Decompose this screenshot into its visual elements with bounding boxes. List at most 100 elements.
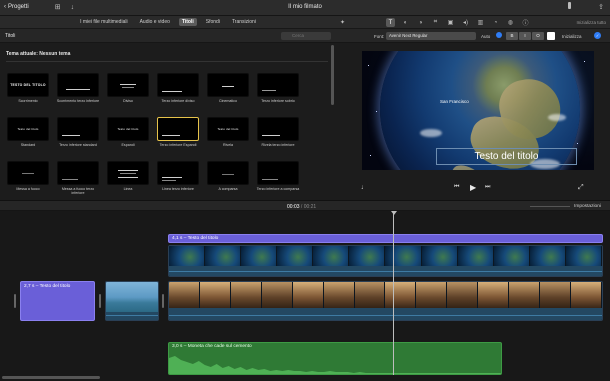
tab-backgrounds[interactable]: Sfondi [203,18,223,26]
outline-button[interactable]: O [532,32,544,40]
title-thumbnail [257,117,299,141]
title-tile[interactable]: Linea terzo inferiore [156,161,200,196]
tab-audio-video[interactable]: Audio e video [137,18,173,26]
title-tile-label: Terzo inferiore sobrio [261,99,295,103]
playhead[interactable] [393,211,394,375]
title-tile[interactable]: Terzo inferiore a comparsa [256,161,300,196]
waveform-line [169,315,602,316]
title-tile[interactable]: Cinematico [206,73,250,108]
font-select[interactable]: Avenir Next Regular [386,32,476,40]
title-tile[interactable]: Diviso [106,73,150,108]
volume-icon[interactable]: ◂) [461,18,470,27]
title-tile[interactable]: Terzo inferiore Espandi [156,117,200,152]
trim-handle[interactable] [99,294,101,308]
zoom-slider-knob[interactable] [568,2,571,9]
settings-button[interactable]: Impostazioni [574,204,601,209]
tab-titles[interactable]: Titoli [178,18,197,26]
info-icon[interactable]: ⓘ [521,18,530,27]
video-clip-film[interactable] [168,281,603,321]
title-tile-label: Terzo inferiore diviso [161,99,195,103]
filter-icon[interactable]: ◍ [506,18,515,27]
title-thumbnail [7,161,49,185]
thumbnail-bar [162,91,182,92]
title-tile[interactable]: TESTO DEL TITOLO Scorrimento [6,73,50,108]
title-tile[interactable]: Testo del titolo Rivela [206,117,250,152]
fullscreen-icon[interactable]: ⤢ [578,184,584,192]
magic-wand-icon[interactable]: ✦ [340,19,345,26]
stabilization-icon[interactable]: ▣ [446,18,455,27]
star [584,61,585,62]
video-clip-earth[interactable] [168,245,603,277]
title-tile[interactable]: A comparsa [206,161,250,196]
title-thumbnail [57,73,99,97]
title-clip-standalone[interactable]: 2,7 s – Testo del titolo [20,281,95,321]
zoom-slider-track[interactable] [530,206,570,207]
clip-frame [169,246,206,268]
search-input[interactable] [281,32,331,40]
title-clip[interactable]: 4,1 s – Testo del titolo [168,234,603,243]
play-icon[interactable]: ▶ [470,183,476,192]
clip-frame [421,246,458,268]
title-tile[interactable]: Terzo inferiore sobrio [256,73,300,108]
title-tile[interactable]: Linea [106,161,150,196]
clip-frames [169,246,602,268]
size-dropdown-icon[interactable] [496,32,502,38]
title-tile[interactable]: Rivela terzo inferiore [256,117,300,152]
title-tile[interactable]: Testo del titolo Espandi [106,117,150,152]
title-tile[interactable]: Testo del titolo Standard [6,117,50,152]
title-text-overlay[interactable]: Testo del titolo [436,148,577,165]
video-clip-beach[interactable] [105,281,159,321]
clip-frame [349,246,386,268]
crop-icon[interactable]: ⌗ [431,18,440,27]
text-tool-icon[interactable]: T [386,18,395,27]
bold-button[interactable]: B [506,32,518,40]
clip-frame [565,246,602,268]
trim-handle[interactable] [14,294,16,308]
speed-icon[interactable]: ◔ [491,18,500,27]
current-time: 00:03 [287,204,300,210]
reset-button[interactable]: Inizializza [562,34,582,39]
thumbnail-bar [62,135,80,136]
apply-checkmark-icon[interactable]: ✓ [594,32,601,39]
playhead-handle[interactable] [391,211,397,215]
total-time: 00:21 [303,204,317,210]
clip-frame [457,246,494,268]
color-correction-icon[interactable]: ◑ [416,18,425,27]
title-tile[interactable]: Terzo inferiore standard [56,117,100,152]
skip-forward-icon[interactable]: ⏭ [485,184,490,191]
title-tile[interactable]: Scorrimento terzo inferiore [56,73,100,108]
cloud [420,129,442,137]
italic-button[interactable]: I [519,32,531,40]
title-tile-label: Terzo inferiore Espandi [159,143,197,147]
map-location-label: San Francisco [440,99,469,104]
reset-all-button[interactable]: Inizializza tutto [576,20,606,25]
timeline-scrollbar[interactable] [2,376,100,379]
color-balance-icon[interactable]: ◐ [401,18,410,27]
clip-audio-waveform [169,308,602,320]
title-bar: ‹ Progetti ⊞ ↓ Il mio filmato ⇪ [0,0,610,16]
clip-frame [385,246,422,268]
tab-my-media[interactable]: I miei file multimediali [77,18,131,26]
tab-transitions[interactable]: Transizioni [229,18,259,26]
text-color-swatch[interactable] [547,32,555,40]
equalizer-icon[interactable]: ▥ [476,18,485,27]
title-thumbnail-selected [157,117,199,141]
title-thumbnail [107,73,149,97]
title-clip-label: 4,1 s – Testo del titolo [172,236,219,241]
title-tile[interactable]: Messa a fuoco terzo inferiore [56,161,100,196]
title-tile-label: Terzo inferiore a comparsa [256,187,300,191]
audio-clip[interactable]: 3,0 s – Moneta che cade sul cemento [168,342,502,375]
title-tile-label: Linea [123,187,133,191]
title-tile[interactable]: Terzo inferiore diviso [156,73,200,108]
microphone-icon[interactable]: ♩ [361,184,368,191]
title-tile[interactable]: Messa a fuoco [6,161,50,196]
title-thumbnail: Testo del titolo [207,117,249,141]
thumbnail-bar [62,179,78,180]
clip-frame [540,282,571,310]
trim-handle[interactable] [162,294,164,308]
title-tile-label: Diviso [123,99,133,103]
skip-back-icon[interactable]: ⏮ [454,184,459,191]
clip-frame [261,282,293,310]
browser-scrollbar[interactable] [331,45,334,105]
share-icon[interactable]: ⇪ [598,3,604,11]
